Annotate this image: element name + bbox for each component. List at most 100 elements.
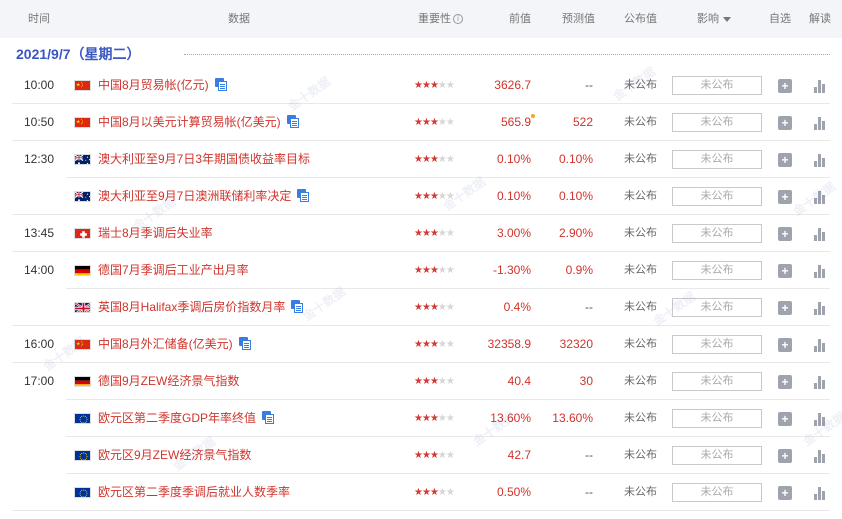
importance-stars: ★★★★★ — [414, 67, 455, 104]
chart-bars-icon[interactable] — [813, 227, 827, 241]
event-name-link[interactable]: 德国7月季调后工业产出月率 — [98, 252, 249, 289]
event-name-link[interactable]: 英国8月Halifax季调后房价指数月率 — [98, 289, 304, 326]
add-favorite-button[interactable]: + — [778, 116, 792, 130]
published-value: 未公布 — [624, 79, 657, 91]
chart-bars-icon[interactable] — [813, 486, 827, 500]
previous-value: 565.9 — [500, 104, 535, 141]
importance-stars: ★★★★★ — [414, 141, 455, 178]
add-favorite-button[interactable]: + — [778, 190, 792, 204]
forecast-value: -- — [585, 448, 593, 462]
chart-bars-icon[interactable] — [813, 375, 827, 389]
published-value: 未公布 — [624, 375, 657, 387]
document-icon[interactable] — [291, 300, 304, 313]
info-icon[interactable]: i — [453, 14, 463, 25]
impact-badge: 未公布 — [672, 298, 762, 317]
published-value: 未公布 — [624, 486, 657, 498]
star-icon: ★ — [429, 413, 439, 424]
forecast-value: -- — [585, 300, 593, 314]
add-favorite-button[interactable]: + — [778, 486, 792, 500]
star-icon: ★ — [414, 191, 423, 202]
previous-value: 3.00% — [497, 215, 531, 252]
event-name-link[interactable]: 瑞士8月季调后失业率 — [98, 215, 213, 252]
event-name-link[interactable]: 澳大利亚至9月7日3年期国债收益率目标 — [98, 141, 310, 178]
event-name-link[interactable]: 欧元区第二季度GDP年率终值 — [98, 400, 275, 437]
star-icon: ★ — [421, 117, 431, 128]
event-name-link[interactable]: 澳大利亚至9月7日澳洲联储利率决定 — [98, 178, 310, 215]
revised-dot-icon — [531, 114, 535, 118]
forecast-value: 522 — [572, 115, 593, 129]
event-name-link[interactable]: 中国8月外汇储备(亿美元) — [98, 326, 251, 363]
document-icon[interactable] — [286, 115, 299, 128]
chart-bars-icon[interactable] — [813, 190, 827, 204]
event-name: 中国8月贸易帐(亿元) — [98, 78, 209, 92]
china-flag-icon — [74, 339, 91, 350]
add-favorite-button[interactable]: + — [778, 338, 792, 352]
add-favorite-button[interactable]: + — [778, 264, 792, 278]
previous-value-text: 0.4% — [503, 300, 531, 314]
star-icon: ★ — [421, 450, 431, 461]
forecast-value: 30 — [579, 374, 593, 388]
event-row: 17:00 德国9月ZEW经济景气指数 ★★★★★ 40.4 30 未公布 未公布 + — [0, 363, 842, 400]
star-icon: ★ — [421, 191, 431, 202]
published-value: 未公布 — [624, 412, 657, 424]
germany-flag-icon — [74, 376, 91, 387]
impact-badge: 未公布 — [672, 335, 762, 354]
published-value: 未公布 — [624, 116, 657, 128]
document-icon[interactable] — [262, 411, 275, 424]
add-favorite-button[interactable]: + — [778, 153, 792, 167]
document-icon[interactable] — [238, 337, 251, 350]
chart-bars-icon[interactable] — [813, 79, 827, 93]
star-icon: ★ — [437, 450, 447, 461]
chart-bars-icon[interactable] — [813, 301, 827, 315]
star-icon: ★ — [421, 413, 431, 424]
row-divider — [12, 510, 830, 511]
chart-bars-icon[interactable] — [813, 116, 827, 130]
impact-badge: 未公布 — [672, 446, 762, 465]
chart-bars-icon[interactable] — [813, 153, 827, 167]
add-favorite-button[interactable]: + — [778, 449, 792, 463]
event-time: 14:00 — [24, 263, 55, 277]
china-flag-icon — [74, 80, 91, 91]
event-name-link[interactable]: 中国8月以美元计算贸易帐(亿美元) — [98, 104, 299, 141]
star-icon: ★ — [437, 117, 447, 128]
event-time: 10:50 — [24, 115, 55, 129]
add-favorite-button[interactable]: + — [778, 79, 792, 93]
event-name-link[interactable]: 中国8月贸易帐(亿元) — [98, 67, 227, 104]
event-name-link[interactable]: 欧元区9月ZEW经济景气指数 — [98, 437, 251, 474]
chart-bars-icon[interactable] — [813, 264, 827, 278]
event-name: 中国8月外汇储备(亿美元) — [98, 337, 233, 351]
previous-value: 40.4 — [508, 363, 531, 400]
star-icon: ★ — [437, 80, 447, 91]
date-divider — [184, 54, 830, 55]
chart-bars-icon[interactable] — [813, 449, 827, 463]
previous-value: 0.10% — [497, 178, 531, 215]
previous-value: 42.7 — [508, 437, 531, 474]
published-value: 未公布 — [624, 449, 657, 461]
forecast-value: 2.90% — [558, 226, 593, 240]
star-icon: ★ — [421, 228, 431, 239]
star-icon: ★ — [421, 265, 431, 276]
document-icon[interactable] — [214, 78, 227, 91]
previous-value-text: -1.30% — [492, 263, 531, 277]
forecast-value: -- — [585, 78, 593, 92]
star-icon: ★ — [437, 154, 447, 165]
event-row: 13:45 瑞士8月季调后失业率 ★★★★★ 3.00% 2.90% 未公布 未公布 + — [0, 215, 842, 252]
chart-bars-icon[interactable] — [813, 338, 827, 352]
event-name: 英国8月Halifax季调后房价指数月率 — [98, 300, 286, 314]
star-icon: ★ — [414, 154, 423, 165]
star-icon: ★ — [445, 265, 455, 276]
chart-bars-icon[interactable] — [813, 412, 827, 426]
star-icon: ★ — [437, 228, 447, 239]
event-name-link[interactable]: 欧元区第二季度季调后就业人数季率 — [98, 474, 290, 511]
previous-value: 0.50% — [497, 474, 531, 511]
header-impact-sort[interactable]: 影响 — [697, 0, 731, 38]
add-favorite-button[interactable]: + — [778, 375, 792, 389]
star-icon: ★ — [445, 228, 455, 239]
star-icon: ★ — [437, 302, 447, 313]
previous-value-text: 565.9 — [500, 115, 531, 129]
add-favorite-button[interactable]: + — [778, 227, 792, 241]
add-favorite-button[interactable]: + — [778, 301, 792, 315]
document-icon[interactable] — [297, 189, 310, 202]
event-name-link[interactable]: 德国9月ZEW经济景气指数 — [98, 363, 239, 400]
add-favorite-button[interactable]: + — [778, 412, 792, 426]
